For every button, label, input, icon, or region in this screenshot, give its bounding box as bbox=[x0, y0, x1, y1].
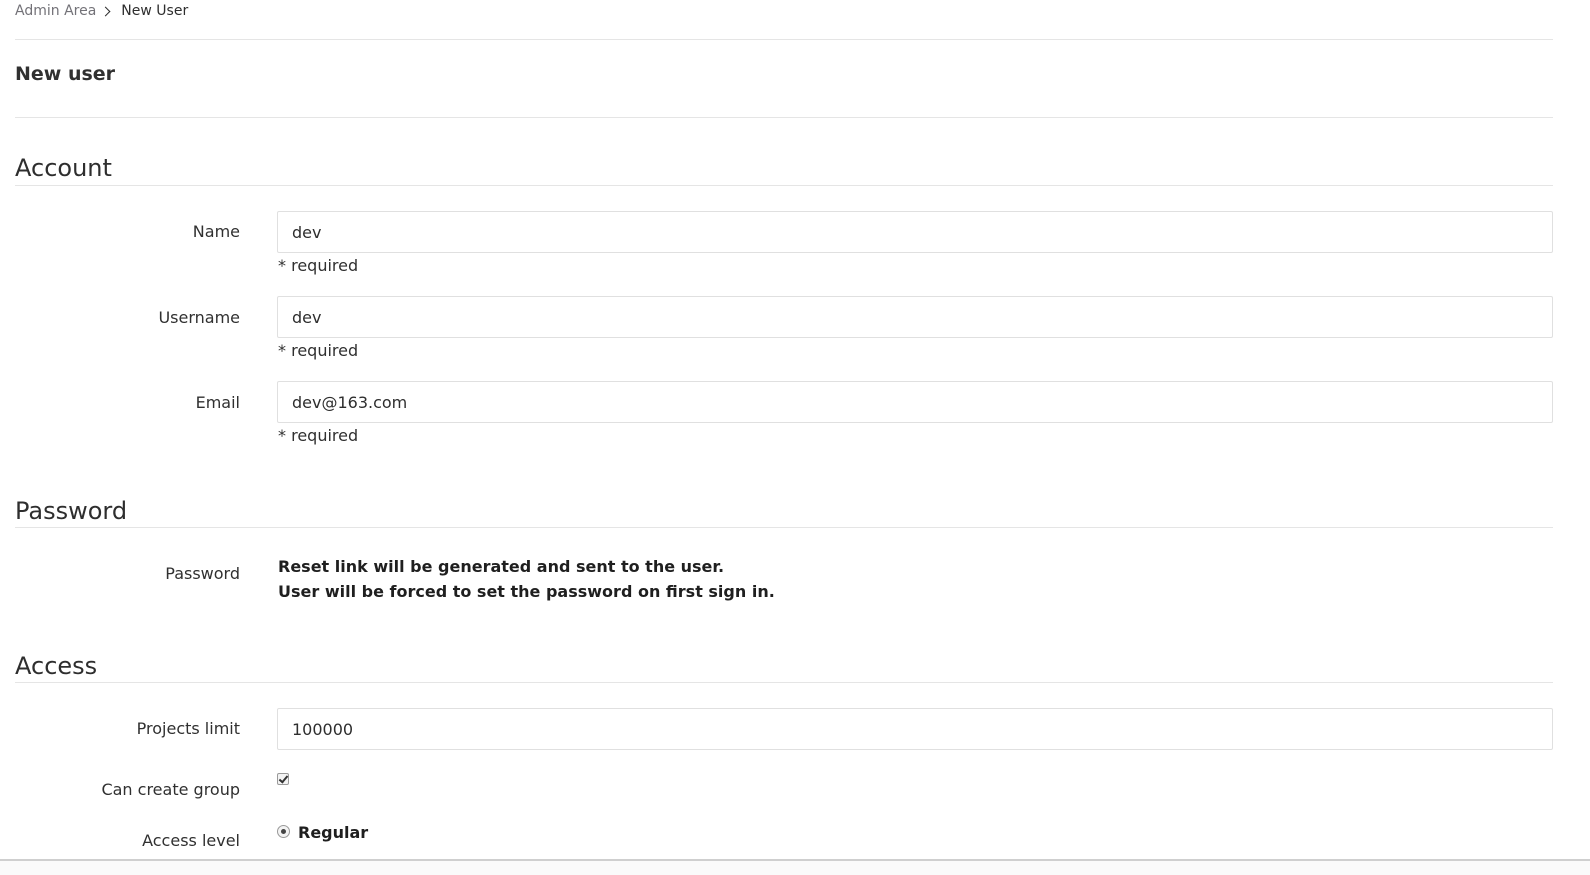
page-title: New user bbox=[15, 63, 116, 85]
can-create-group-checkbox[interactable] bbox=[277, 773, 289, 785]
divider bbox=[15, 117, 1553, 118]
divider bbox=[15, 39, 1553, 40]
divider bbox=[15, 185, 1553, 186]
breadcrumb-current: New User bbox=[121, 3, 189, 19]
chevron-right-icon bbox=[100, 6, 111, 16]
access-level-label: Access level bbox=[142, 831, 240, 850]
name-required-hint: * required bbox=[278, 256, 359, 275]
password-label: Password bbox=[165, 564, 240, 583]
email-input[interactable] bbox=[277, 381, 1553, 423]
access-level-regular-label[interactable]: Regular bbox=[298, 823, 368, 842]
password-info-line-2: User will be forced to set the password … bbox=[278, 582, 775, 601]
password-reset-info: Reset link will be generated and sent to… bbox=[278, 554, 775, 604]
access-level-regular-radio[interactable] bbox=[277, 825, 290, 838]
email-label: Email bbox=[195, 393, 240, 412]
username-input[interactable] bbox=[277, 296, 1553, 338]
divider bbox=[15, 682, 1553, 683]
breadcrumb: Admin Area New User bbox=[15, 0, 188, 22]
projects-limit-input[interactable] bbox=[277, 708, 1553, 750]
email-required-hint: * required bbox=[278, 426, 359, 445]
name-label: Name bbox=[192, 222, 240, 241]
projects-limit-label: Projects limit bbox=[136, 719, 240, 738]
divider bbox=[15, 527, 1553, 528]
username-label: Username bbox=[158, 308, 240, 327]
password-info-line-1: Reset link will be generated and sent to… bbox=[278, 557, 725, 576]
username-required-hint: * required bbox=[278, 341, 359, 360]
section-title-account: Account bbox=[15, 154, 112, 182]
section-title-password: Password bbox=[15, 497, 128, 525]
breadcrumb-admin-area-link[interactable]: Admin Area bbox=[15, 3, 96, 19]
bottom-strip bbox=[0, 861, 1590, 875]
section-title-access: Access bbox=[15, 652, 98, 680]
can-create-group-label: Can create group bbox=[101, 780, 240, 799]
new-user-page: Admin Area New User New user Account Nam… bbox=[0, 0, 1590, 875]
name-input[interactable] bbox=[277, 211, 1553, 253]
